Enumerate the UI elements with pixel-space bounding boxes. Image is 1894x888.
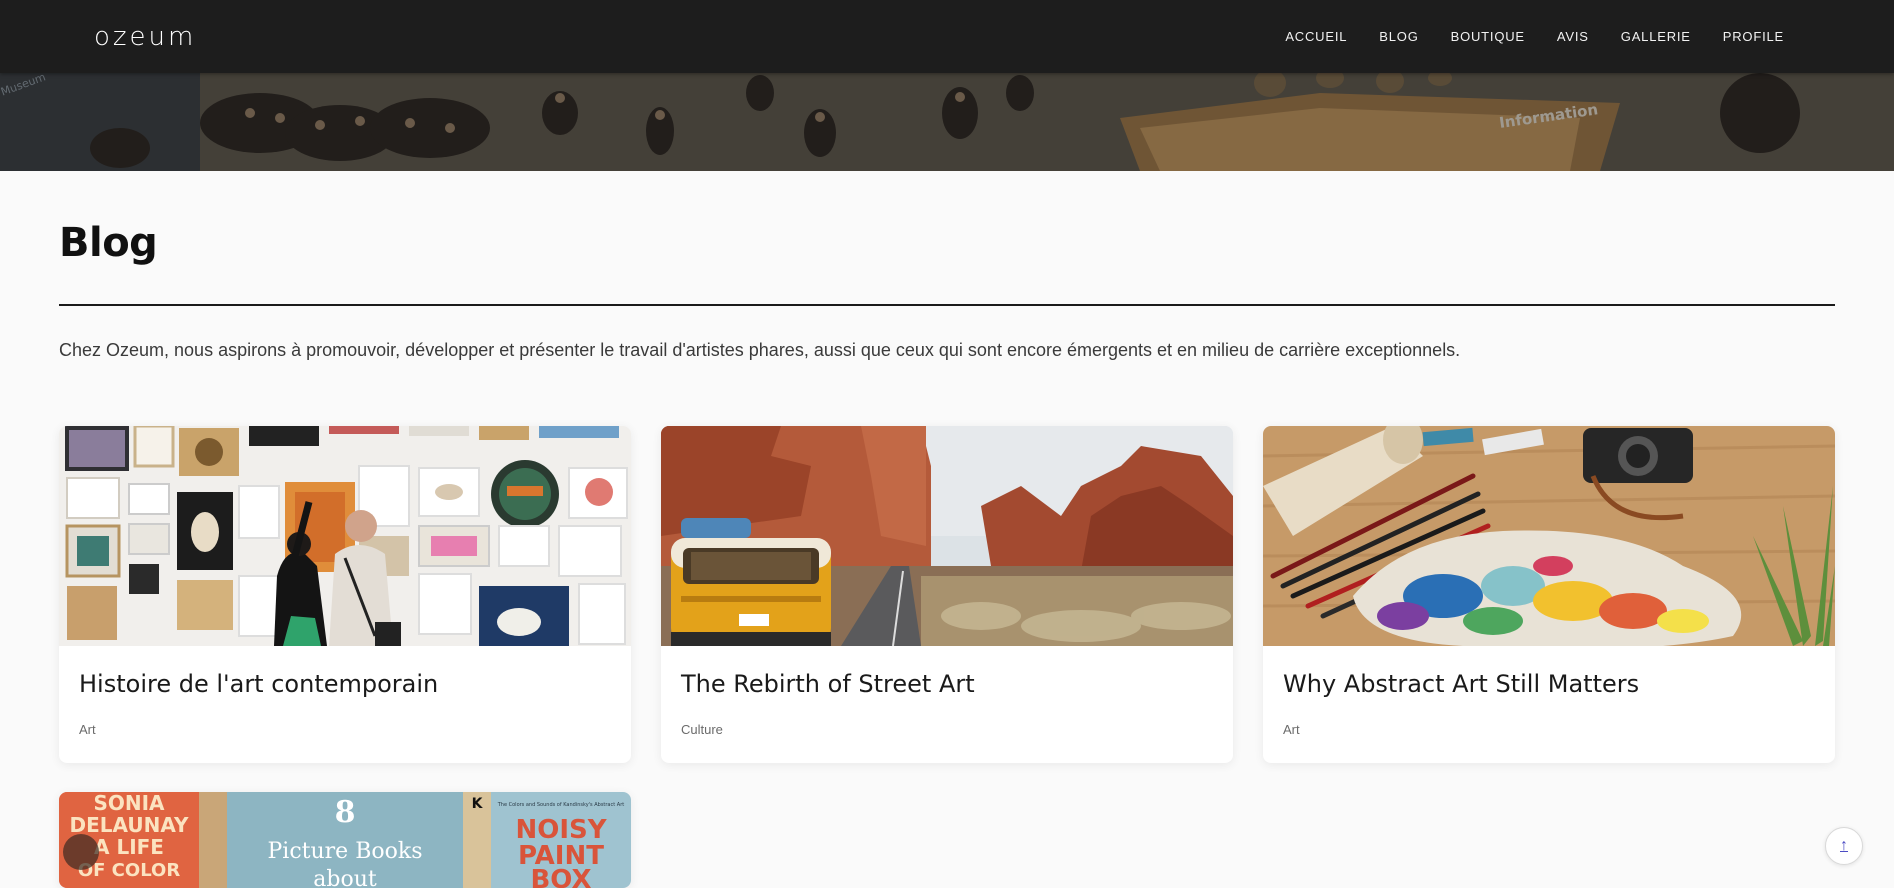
top-navbar: ozeum ACCUEIL BLOG BOUTIQUE AVIS GALLERI… [0, 0, 1894, 73]
blog-card[interactable]: SONIA DELAUNAY A LIFE OF COLOR 8 Picture… [59, 792, 631, 888]
card-image-gallery-wall[interactable] [59, 426, 631, 646]
card-image-books[interactable]: SONIA DELAUNAY A LIFE OF COLOR 8 Picture… [59, 792, 631, 888]
card-title-link[interactable]: The Rebirth of Street Art [681, 670, 975, 698]
hero-banner: Museum Information [0, 73, 1894, 171]
book-left-line-1: SONIA [93, 792, 165, 815]
nav-link-blog[interactable]: BLOG [1363, 29, 1434, 44]
title-divider [59, 304, 1835, 306]
book-right-letter: K [472, 796, 484, 812]
book-left-line-3: A LIFE [94, 835, 164, 859]
card-title-link[interactable]: Histoire de l'art contemporain [79, 670, 438, 698]
card-title-link[interactable]: Why Abstract Art Still Matters [1283, 670, 1639, 698]
nav-link-avis[interactable]: AVIS [1541, 29, 1605, 44]
card-body: Histoire de l'art contemporain Art [59, 646, 631, 763]
card-image-desert-van[interactable] [661, 426, 1233, 646]
card-body: Why Abstract Art Still Matters Art [1263, 646, 1835, 763]
hero-overlay [0, 73, 1894, 171]
brand-logo[interactable]: ozeum [94, 22, 196, 52]
blog-card[interactable]: Histoire de l'art contemporain Art [59, 426, 631, 763]
card-category[interactable]: Culture [681, 722, 723, 737]
blog-card[interactable]: Why Abstract Art Still Matters Art [1263, 426, 1835, 763]
book-left-line-2: DELAUNAY [70, 813, 189, 837]
arrow-up-icon: ↑ [1840, 837, 1848, 854]
book-center-number: 8 [335, 795, 356, 830]
book-center-line-1: Picture Books [268, 839, 423, 864]
intro-paragraph: Chez Ozeum, nous aspirons à promouvoir, … [59, 340, 1461, 360]
book-right-line-3: BOX [530, 865, 591, 888]
scroll-to-top-button[interactable]: ↑ [1825, 827, 1863, 865]
card-image-palette-brushes[interactable] [1263, 426, 1835, 646]
card-body: The Rebirth of Street Art Culture [661, 646, 1233, 763]
nav-link-gallerie[interactable]: GALLERIE [1605, 29, 1707, 44]
nav-link-profile[interactable]: PROFILE [1707, 29, 1800, 44]
main-nav: ACCUEIL BLOG BOUTIQUE AVIS GALLERIE PROF… [1269, 0, 1800, 73]
card-category[interactable]: Art [79, 722, 96, 737]
book-right-small-text: The Colors and Sounds of Kandinsky's Abs… [497, 802, 625, 808]
nav-link-accueil[interactable]: ACCUEIL [1269, 29, 1363, 44]
book-center-line-2: about [313, 867, 377, 888]
card-category[interactable]: Art [1283, 722, 1300, 737]
blog-card[interactable]: The Rebirth of Street Art Culture [661, 426, 1233, 763]
page-title: Blog [59, 220, 158, 266]
nav-link-boutique[interactable]: BOUTIQUE [1435, 29, 1541, 44]
